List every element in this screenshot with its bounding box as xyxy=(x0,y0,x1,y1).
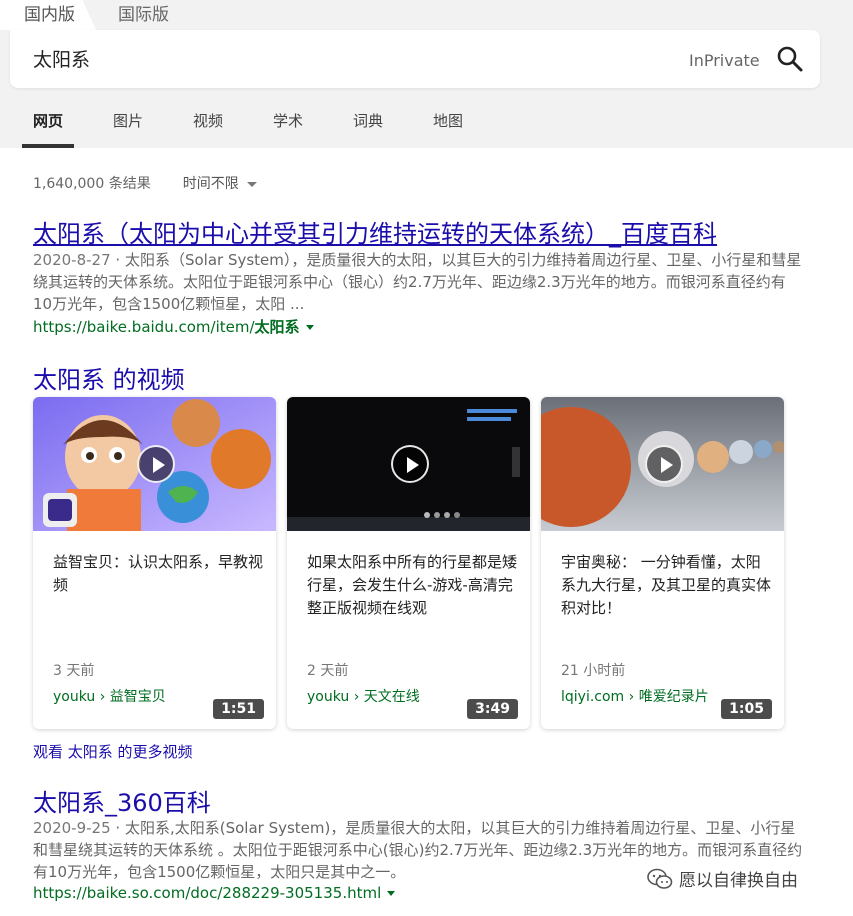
region-tabs: 国内版 国际版 xyxy=(0,0,191,30)
tab-images[interactable]: 图片 xyxy=(113,110,143,131)
caret-down-icon xyxy=(246,181,257,187)
video-time: 3 天前 xyxy=(53,663,95,679)
search-input[interactable] xyxy=(33,47,633,73)
video-time: 2 天前 xyxy=(307,663,349,679)
inprivate-label: InPrivate xyxy=(689,51,760,70)
video-time: 21 小时前 xyxy=(561,663,626,679)
play-icon[interactable] xyxy=(137,445,175,483)
video-duration: 1:05 xyxy=(721,699,772,719)
play-icon[interactable] xyxy=(645,445,683,483)
video-card[interactable]: 1:05 宇宙奥秘： 一分钟看懂，太阳系九大行星，及其卫星的真实体积对比！ 21… xyxy=(541,397,784,729)
wechat-icon xyxy=(647,868,673,889)
caret-down-icon[interactable] xyxy=(387,891,396,896)
tab-web[interactable]: 网页 xyxy=(33,110,63,131)
header: 国内版 国际版 InPrivate 网页 图片 视频 学术 词典 地图 xyxy=(0,0,853,148)
active-tab-indicator xyxy=(22,144,74,148)
result-title[interactable]: 太阳系_360百科 xyxy=(33,783,211,818)
video-duration: 1:51 xyxy=(213,699,264,719)
video-source[interactable]: youku › 益智宝贝 xyxy=(53,686,166,706)
video-title[interactable]: 益智宝贝：认识太阳系，早教视频 xyxy=(53,551,263,597)
result-count: 1,640,000 条结果 xyxy=(33,176,151,192)
watermark-text: 愿以自律换自由 xyxy=(679,871,798,891)
play-icon[interactable] xyxy=(391,445,429,483)
caret-down-icon[interactable] xyxy=(305,325,314,330)
result-url-text: https://baike.baidu.com/item/ xyxy=(33,318,255,336)
tab-videos[interactable]: 视频 xyxy=(193,110,223,131)
tab-maps[interactable]: 地图 xyxy=(433,110,463,131)
result-url[interactable]: https://baike.so.com/doc/288229-305135.h… xyxy=(33,884,396,902)
search-icon[interactable] xyxy=(776,45,804,73)
time-filter[interactable]: 时间不限 xyxy=(183,173,257,193)
time-filter-label: 时间不限 xyxy=(182,176,239,192)
region-tab-domestic[interactable]: 国内版 xyxy=(0,0,96,30)
result-url[interactable]: https://baike.baidu.com/item/太阳系 xyxy=(33,316,314,337)
more-videos-link[interactable]: 观看 太阳系 的更多视频 xyxy=(33,741,193,762)
result-url-bold: 太阳系 xyxy=(254,318,300,336)
search-box: InPrivate xyxy=(10,30,820,88)
result-url-text: https://baike.so.com/doc/288229-305135.h… xyxy=(33,884,382,902)
result-snippet-text: 太阳系（Solar System），是质量很大的太阳，以其巨大的引力维持着周边行… xyxy=(33,251,802,313)
video-title[interactable]: 宇宙奥秘： 一分钟看懂，太阳系九大行星，及其卫星的真实体积对比！ xyxy=(561,551,771,620)
result-snippet: 2020-8-27 · 太阳系（Solar System），是质量很大的太阳，以… xyxy=(33,251,802,313)
tab-academic[interactable]: 学术 xyxy=(273,110,303,131)
video-duration: 3:49 xyxy=(467,699,518,719)
video-source[interactable]: youku › 天文在线 xyxy=(307,686,420,706)
video-card[interactable]: 3:49 如果太阳系中所有的行星都是矮行星，会发生什么-游戏-高清完整正版视频在… xyxy=(287,397,530,729)
region-tab-international[interactable]: 国际版 xyxy=(96,0,191,30)
results-meta: 1,640,000 条结果 时间不限 xyxy=(33,173,257,193)
video-source[interactable]: lqiyi.com › 唯爱纪录片 xyxy=(561,686,709,706)
tab-dictionary[interactable]: 词典 xyxy=(353,110,383,131)
result-date: 2020-9-25 xyxy=(33,819,111,837)
video-section-heading[interactable]: 太阳系 的视频 xyxy=(33,360,185,395)
result-date: 2020-8-27 xyxy=(33,251,111,269)
video-card[interactable]: 1:51 益智宝贝：认识太阳系，早教视频 3 天前 youku › 益智宝贝 xyxy=(33,397,276,729)
watermark: 愿以自律换自由 xyxy=(647,866,798,891)
video-title[interactable]: 如果太阳系中所有的行星都是矮行星，会发生什么-游戏-高清完整正版视频在线观 xyxy=(307,551,517,620)
result-title[interactable]: 太阳系（太阳为中心并受其引力维持运转的天体系统）_百度百科 xyxy=(33,214,717,249)
